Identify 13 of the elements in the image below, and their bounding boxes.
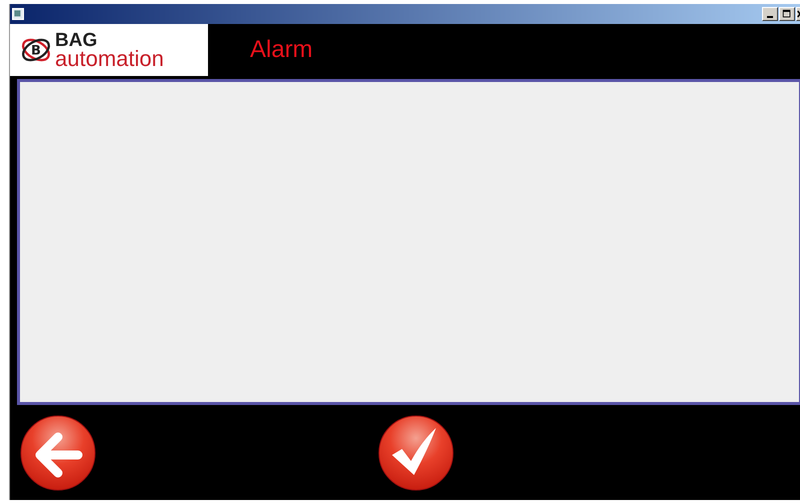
minimize-button[interactable] [762, 7, 778, 21]
maximize-icon [782, 9, 792, 19]
screen-title: Alarm [250, 36, 313, 64]
logo-tagline: automation [55, 48, 164, 70]
logo-brand: BAG [55, 30, 98, 50]
app-icon [12, 8, 24, 20]
logo-mark-icon: B [20, 36, 52, 64]
maximize-button[interactable] [779, 7, 795, 21]
minimize-icon [767, 16, 773, 18]
confirm-button[interactable] [378, 414, 454, 490]
back-button[interactable] [20, 414, 96, 490]
arrow-left-icon [20, 414, 96, 490]
checkmark-icon [378, 414, 454, 490]
